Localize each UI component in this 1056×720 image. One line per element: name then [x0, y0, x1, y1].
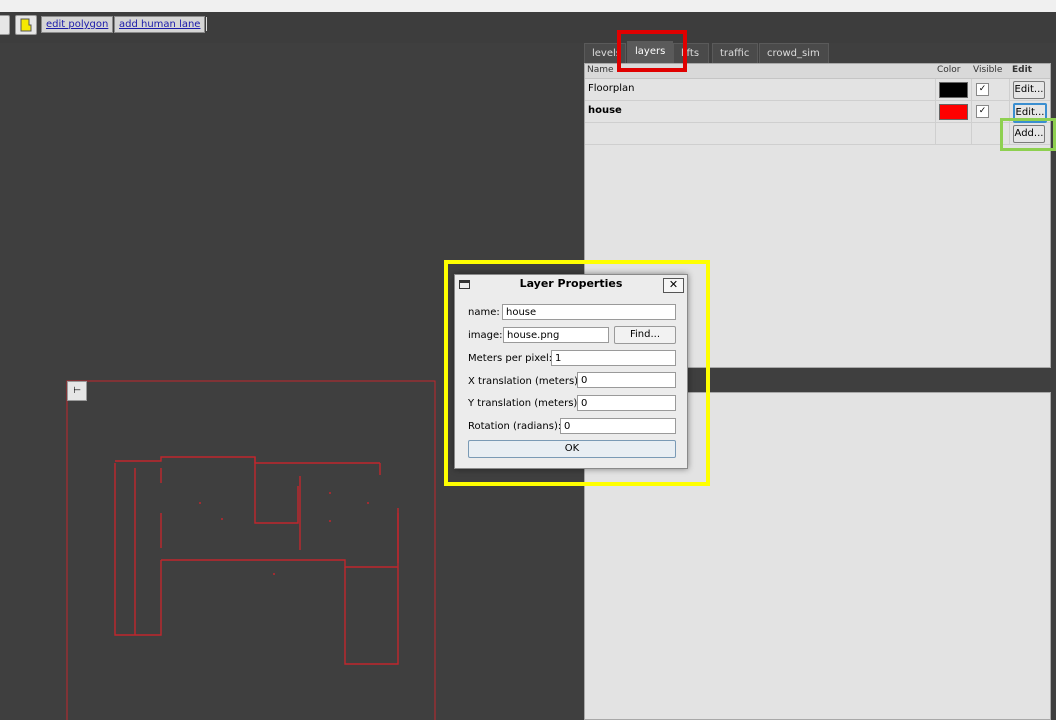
- image-field[interactable]: house.png: [503, 327, 609, 343]
- visible-checkbox[interactable]: ✓: [976, 83, 989, 96]
- meters-per-pixel-field[interactable]: 1: [551, 350, 676, 366]
- layer-color-swatch[interactable]: [939, 104, 968, 120]
- table-row[interactable]: Floorplan ✓ Edit...: [585, 79, 1050, 101]
- x-translation-label: X translation (meters):: [468, 376, 582, 387]
- layer-color-swatch[interactable]: [939, 82, 968, 98]
- dialog-title: Layer Properties: [519, 277, 623, 290]
- toolbar-separator: [206, 17, 207, 31]
- ok-button[interactable]: OK: [468, 440, 676, 458]
- tab-levels[interactable]: levels: [584, 43, 626, 64]
- name-label: name:: [468, 307, 500, 318]
- toolbar: edit polygon add human lane: [0, 12, 1056, 43]
- image-label: image:: [468, 330, 503, 341]
- tab-traffic[interactable]: traffic: [712, 43, 758, 64]
- y-translation-field[interactable]: 0: [577, 395, 676, 411]
- edit-layer-button[interactable]: Edit...: [1013, 81, 1045, 99]
- visible-checkbox[interactable]: ✓: [976, 105, 989, 118]
- tab-lifts[interactable]: lifts: [673, 43, 709, 64]
- x-translation-field[interactable]: 0: [577, 372, 676, 388]
- add-human-lane-button[interactable]: add human lane: [114, 16, 206, 33]
- layer-name: Floorplan: [588, 83, 635, 94]
- tab-crowd-sim[interactable]: crowd_sim: [759, 43, 829, 64]
- table-row[interactable]: house ✓ Edit...: [585, 101, 1050, 123]
- column-header-color: Color: [937, 65, 961, 75]
- select-tool-icon[interactable]: [0, 15, 10, 35]
- layer-anchor-icon[interactable]: ⊢: [67, 381, 87, 401]
- layer-properties-dialog: Layer Properties ✕ name: house image: ho…: [454, 274, 688, 469]
- tab-layers[interactable]: layers: [627, 41, 673, 64]
- meters-per-pixel-label: Meters per pixel:: [468, 353, 553, 364]
- add-layer-button[interactable]: Add...: [1013, 125, 1045, 143]
- column-header-name: Name: [587, 65, 614, 75]
- edit-polygon-button[interactable]: edit polygon: [41, 16, 114, 33]
- rotation-label: Rotation (radians):: [468, 421, 562, 432]
- column-header-edit: Edit: [1012, 65, 1032, 75]
- close-icon[interactable]: ✕: [663, 278, 684, 293]
- rotation-field[interactable]: 0: [560, 418, 676, 434]
- table-row: Add...: [585, 123, 1050, 145]
- find-button[interactable]: Find...: [614, 326, 676, 344]
- polygon-tool-icon[interactable]: [15, 15, 37, 35]
- layer-name: house: [588, 105, 622, 116]
- y-translation-label: Y translation (meters):: [468, 398, 581, 409]
- edit-layer-button[interactable]: Edit...: [1013, 103, 1047, 123]
- table-header: Name Color Visible Edit: [585, 64, 1050, 79]
- name-field[interactable]: house: [502, 304, 676, 320]
- column-header-visible: Visible: [973, 65, 1003, 75]
